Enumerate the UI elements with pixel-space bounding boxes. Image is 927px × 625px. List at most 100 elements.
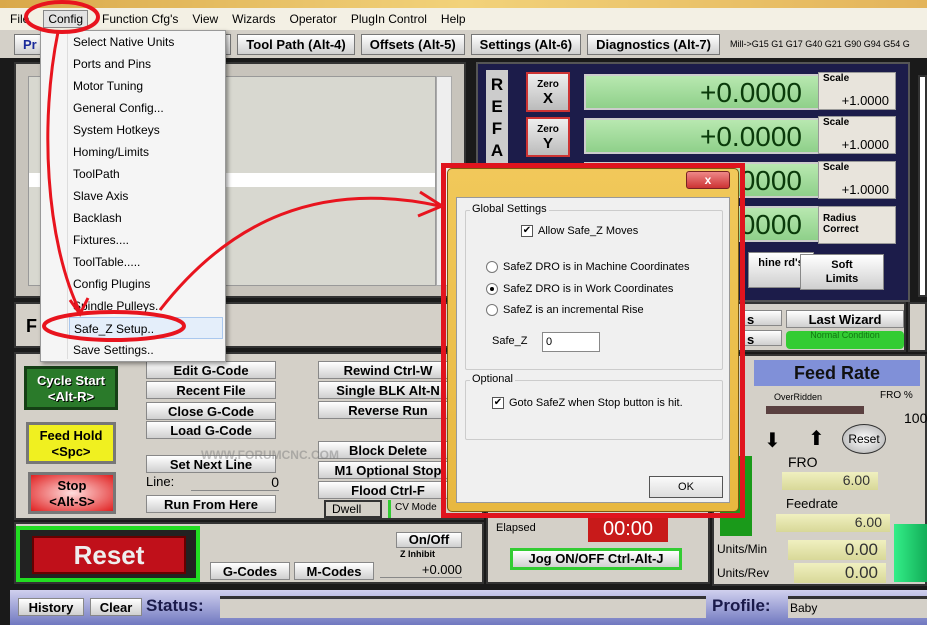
- feed-hold-button[interactable]: Feed Hold <Spc>: [26, 422, 116, 464]
- allow-safez-checkbox[interactable]: ✔ Allow Safe_Z Moves: [521, 225, 638, 237]
- menu-item-spindle-pulleys[interactable]: Spindle Pulleys..: [73, 295, 223, 317]
- single-block-button[interactable]: Single BLK Alt-N: [318, 381, 458, 399]
- fro-reset-button[interactable]: Reset: [842, 424, 886, 454]
- m1-optional-stop-button[interactable]: M1 Optional Stop: [318, 461, 458, 479]
- scale-x[interactable]: Scale +1.0000: [818, 72, 896, 110]
- mcodes-button[interactable]: M-Codes: [294, 562, 374, 580]
- radio-machine-coordinates[interactable]: SafeZ DRO is in Machine Coordinates: [486, 261, 689, 273]
- menu-item-general-config[interactable]: General Config...: [73, 97, 223, 119]
- dro-x[interactable]: +0.0000: [584, 74, 820, 110]
- reset-button[interactable]: Reset: [32, 536, 186, 574]
- menu-item-toolpath[interactable]: ToolPath: [73, 163, 223, 185]
- run-from-here-button[interactable]: Run From Here: [146, 495, 276, 513]
- reverse-run-button[interactable]: Reverse Run: [318, 401, 458, 419]
- clear-button[interactable]: Clear: [90, 598, 142, 616]
- menu-config[interactable]: Config: [43, 10, 89, 28]
- scale-y[interactable]: Scale +1.0000: [818, 116, 896, 154]
- tab-offsets[interactable]: Offsets (Alt-5): [360, 33, 465, 55]
- menu-view[interactable]: View: [192, 12, 218, 26]
- cycle-start-key: <Alt-R>: [47, 389, 95, 404]
- feed-hold-key: <Spc>: [51, 444, 91, 459]
- menu-file[interactable]: File: [10, 12, 29, 26]
- units-rev-field[interactable]: 0.00: [794, 563, 886, 583]
- block-delete-button[interactable]: Block Delete: [318, 441, 458, 459]
- menu-wizards[interactable]: Wizards: [232, 12, 275, 26]
- close-button[interactable]: x: [686, 171, 730, 189]
- rewind-button[interactable]: Rewind Ctrl-W: [318, 361, 458, 379]
- units-rev-label: Units/Rev: [717, 566, 770, 580]
- cycle-start-button[interactable]: Cycle Start <Alt-R>: [24, 366, 118, 410]
- jog-toggle-button[interactable]: Jog ON/OFF Ctrl-Alt-J: [510, 548, 682, 570]
- radio-icon: [486, 261, 498, 273]
- fro-label: FRO: [788, 454, 818, 470]
- axis-label: X: [542, 90, 553, 107]
- recent-file-button[interactable]: Recent File: [146, 381, 276, 399]
- watermark: WWW.FORUMCNC.COM: [201, 448, 339, 462]
- menu-item-ports-and-pins[interactable]: Ports and Pins: [73, 53, 223, 75]
- dialog-body: Global Settings ✔ Allow Safe_Z Moves Safe…: [456, 197, 730, 503]
- menu-item-motor-tuning[interactable]: Motor Tuning: [73, 75, 223, 97]
- elapsed-value: 00:00: [588, 518, 668, 542]
- menu-item-slave-axis[interactable]: Slave Axis: [73, 185, 223, 207]
- menu-item-tooltable[interactable]: ToolTable.....: [73, 251, 223, 273]
- last-wizard-button[interactable]: Last Wizard: [786, 310, 904, 328]
- fro-up-button[interactable]: ⬆: [808, 426, 825, 451]
- menu-item-save-settings[interactable]: Save Settings..: [73, 339, 223, 361]
- overridden-led: [766, 406, 864, 414]
- stop-key: <Alt-S>: [49, 494, 95, 509]
- overridden-label: OverRidden: [774, 392, 823, 402]
- global-settings-group: Global Settings ✔ Allow Safe_Z Moves Safe…: [465, 203, 723, 370]
- goto-safez-checkbox[interactable]: ✔ Goto SafeZ when Stop button is hit.: [492, 397, 683, 409]
- edit-gcode-button[interactable]: Edit G-Code: [146, 361, 276, 379]
- stop-button[interactable]: Stop <Alt-S>: [28, 472, 116, 514]
- menu-item-homing-limits[interactable]: Homing/Limits: [73, 141, 223, 163]
- menu-help[interactable]: Help: [441, 12, 466, 26]
- menu-item-fixtures[interactable]: Fixtures....: [73, 229, 223, 251]
- dwell-indicator: Dwell: [324, 500, 382, 518]
- history-button[interactable]: History: [18, 598, 84, 616]
- goto-safez-label: Goto SafeZ when Stop button is hit.: [509, 397, 683, 409]
- menu-item-safe-z-setup[interactable]: Safe_Z Setup..: [69, 317, 223, 339]
- feedrate-field[interactable]: 6.00: [776, 514, 890, 532]
- radio-label: SafeZ is an incremental Rise: [503, 304, 644, 316]
- z-inhibit-onoff-button[interactable]: On/Off: [396, 532, 462, 548]
- menu-item-backlash[interactable]: Backlash: [73, 207, 223, 229]
- status-label: Status:: [146, 596, 204, 615]
- normal-condition-led: Normal Condition: [786, 331, 904, 349]
- side-button[interactable]: s: [742, 330, 782, 347]
- fro-down-button[interactable]: ⬇: [764, 428, 781, 453]
- load-gcode-button[interactable]: Load G-Code: [146, 421, 276, 439]
- scale-value: +1.0000: [841, 182, 889, 197]
- menu-plugin-control[interactable]: PlugIn Control: [351, 12, 427, 26]
- zero-y-button[interactable]: Zero Y: [526, 117, 570, 157]
- tab-tool-path[interactable]: Tool Path (Alt-4): [237, 33, 355, 55]
- menu-item-config-plugins[interactable]: Config Plugins: [73, 273, 223, 295]
- z-inhibit-field[interactable]: +0.000: [380, 562, 462, 578]
- fro-field[interactable]: 6.00: [782, 472, 878, 490]
- zero-label: Zero: [537, 124, 559, 135]
- ok-button[interactable]: OK: [649, 476, 723, 498]
- menu-operator[interactable]: Operator: [290, 12, 337, 26]
- line-label: Line:: [146, 474, 175, 489]
- side-button[interactable]: s: [742, 310, 782, 327]
- scale-z[interactable]: Scale +1.0000: [818, 161, 896, 199]
- safez-input[interactable]: 0: [542, 332, 600, 352]
- flood-button[interactable]: Flood Ctrl-F: [318, 481, 458, 499]
- menu-item-system-hotkeys[interactable]: System Hotkeys: [73, 119, 223, 141]
- feed-rate-title: Feed Rate: [754, 360, 920, 386]
- menu-item-select-native-units[interactable]: Select Native Units: [73, 31, 223, 53]
- elapsed-label: Elapsed: [496, 522, 536, 534]
- tab-diagnostics[interactable]: Diagnostics (Alt-7): [587, 33, 720, 55]
- dro-y[interactable]: +0.0000: [584, 118, 820, 154]
- tab-settings[interactable]: Settings (Alt-6): [470, 33, 582, 55]
- units-min-field[interactable]: 0.00: [788, 540, 886, 560]
- menu-function-cfgs[interactable]: Function Cfg's: [102, 12, 178, 26]
- radius-correct-button[interactable]: Radius Correct: [818, 206, 896, 244]
- zero-x-button[interactable]: Zero X: [526, 72, 570, 112]
- gcodes-button[interactable]: G-Codes: [210, 562, 290, 580]
- radio-work-coordinates[interactable]: SafeZ DRO is in Work Coordinates: [486, 283, 673, 295]
- close-gcode-button[interactable]: Close G-Code: [146, 402, 276, 420]
- soft-limits-button[interactable]: Soft Limits: [800, 254, 884, 290]
- radio-incremental-rise[interactable]: SafeZ is an incremental Rise: [486, 304, 644, 316]
- line-field[interactable]: 0: [191, 474, 279, 491]
